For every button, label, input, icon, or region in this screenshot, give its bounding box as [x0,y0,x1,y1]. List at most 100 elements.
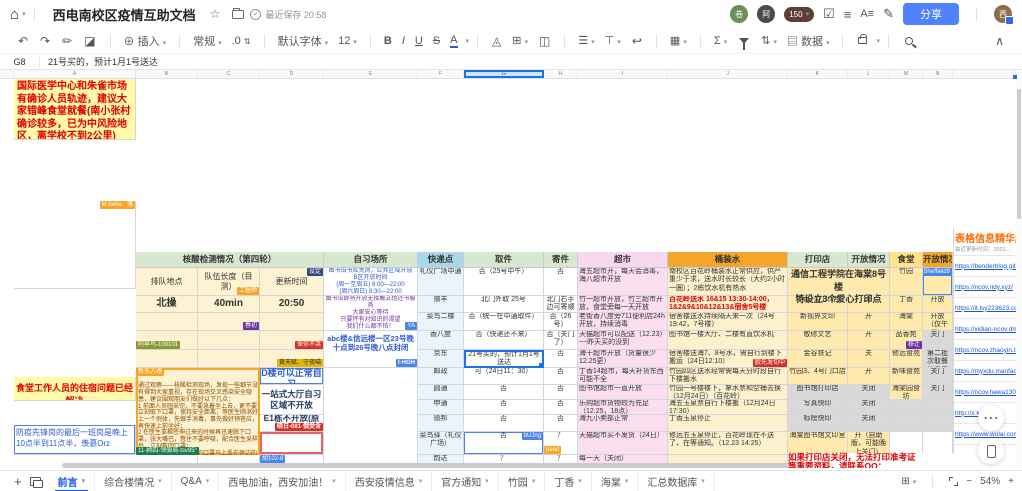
cell-observation-note[interactable]: 新东方路 通过观察——核酸检测现场，发现一些细节没有得到大家重视，存在现场交叉感… [136,368,260,455]
sheet-list-icon[interactable]: ⊞▾ [901,476,916,487]
sheet-cell[interactable]: 竹园 [890,268,923,296]
link[interactable]: https://myxdu.manfactory.com/za... [954,361,1016,382]
link[interactable]: https://it.lsy223623.com/ncov-xid... [954,298,1016,319]
redo-icon[interactable]: ↷ [40,34,50,48]
column-header[interactable]: F [418,70,464,78]
formula-input[interactable]: 21号买的，预计1月1号送达 [40,55,158,68]
mobile-view-fab[interactable] [978,438,1004,464]
sheet-cell[interactable]: 乐购超市货物较为充足（12.25，18点） [578,400,668,415]
sheet-cell[interactable]: 队伍长度（目测）工程师 [198,268,260,296]
insert-menu[interactable]: ⊕ 插入▾ [124,33,167,49]
number-format-menu[interactable]: 常规▾ [193,33,222,49]
sheet-cell[interactable]: 关门 [923,331,953,350]
sheet-cell[interactable]: 否 [464,385,544,400]
sheet-cell[interactable]: 丁香 [890,296,923,313]
tab-official[interactable]: 官方通知▾ [432,471,499,491]
sheet-cell[interactable]: 新视界文印 [788,313,848,331]
column-header[interactable]: L [848,70,890,78]
sheet-cell[interactable]: 阿早鸟-100101 [136,331,198,350]
sheet-cell[interactable]: 修远食苑 [890,350,923,368]
sheet-cell[interactable]: 开 [848,368,890,385]
edit-permission-icon[interactable]: ✎ [883,6,894,22]
sheet-cell[interactable] [890,400,923,415]
sheet-cell[interactable]: 菜鸟驿（礼仪广场） [418,432,464,455]
sheet-cell[interactable]: 申通 [418,400,464,415]
sheet-cell[interactable]: 关闭 [848,415,890,432]
sheet-cell[interactable]: 开放Sheffield9 [923,268,953,296]
column-header[interactable]: D [260,70,324,78]
bold-button[interactable]: B [384,35,392,47]
sheet-cell[interactable]: 宿舍楼送海7、8号水，需自行到楼下搬运（24日12:10）欧先发旬中 [668,350,788,368]
link[interactable]: https://benderblog.github.io/Spri... [954,256,1016,277]
sheet-cell[interactable]: 新味食苑 [890,368,923,385]
user-avatar[interactable]: 西 [994,5,1012,23]
font-size-menu[interactable]: 12▾ [338,35,357,47]
protect-icon[interactable] [858,37,867,44]
column-header[interactable]: M [890,70,923,78]
sheet-cell[interactable]: 更新时间设定 [260,268,324,296]
table-column-header[interactable]: 快递点 [418,252,464,268]
sheet-cell[interactable]: 南校区百花岭桶装水正常供应，供严重少于求，送水时长较长（大约2小时一圈）；2栋饮… [668,268,788,296]
vertical-align-menu[interactable]: ⊤▾ [605,34,621,47]
sheet-cell[interactable]: 第二批次取餐信息见门口 [923,350,953,368]
column-header[interactable]: J [668,70,788,78]
tab-database[interactable]: 汇总数据库▾ [638,471,715,491]
sheet-cell[interactable]: 菜鸟二楼 [418,313,464,331]
column-header[interactable]: B [136,70,198,78]
column-header[interactable]: G [464,70,544,78]
sheet-cell[interactable] [198,350,260,368]
font-color-button[interactable]: A [450,34,457,48]
cell-empty[interactable]: M.bella、落 [14,201,136,289]
sheet-cell[interactable]: 否 [544,385,578,400]
filter-icon[interactable] [739,38,749,44]
cell-guard-shift[interactable]: 防疫先锋岗的最后一班岗是晚上10点半到11点半，羡慕Orz [14,425,136,455]
tab-qianyan[interactable]: 前言▾ [49,471,96,491]
sheet-cell[interactable] [260,432,324,455]
sheet-cell[interactable]: 否（25号中午） [464,268,544,296]
sheet-cell[interactable] [923,415,953,432]
outline-icon[interactable]: A≡ [860,8,874,20]
sheet-cell[interactable]: 图书馆即将开放无接触式借还书服务 大家安心等待 只要怀有对知识的渴望 我们什么都… [324,296,418,331]
sheet-cell[interactable]: 北操 [136,296,198,313]
sheet-cell[interactable]: 保你不哭 [260,331,324,350]
sheet-cell[interactable]: 德邦 [418,415,464,432]
column-header[interactable] [953,70,1016,78]
sheet-cell[interactable] [136,313,198,331]
sheet-cell[interactable]: 北门右手边可寄顺丰（停）24日 [544,296,578,313]
sheet-cell[interactable]: 写真快印 [788,400,848,415]
sheet-cell[interactable]: 关 [848,350,890,368]
zoom-out-button[interactable]: − [966,476,972,487]
cell-canteen-staff[interactable]: 食堂工作人员的住宿问题已经解决 [14,377,136,401]
format-painter-icon[interactable]: ✏ [62,34,72,48]
sheet-cell[interactable]: 可（24日11：30） [464,368,544,385]
sheet-cell[interactable]: 品香苑移迁 [890,331,923,350]
link[interactable]: https://ncov.zhaoyin.tech/ [954,340,1016,361]
sheet-cell[interactable]: 丁香玉泉停止 [668,415,788,432]
sheet-cell[interactable]: 京东 [418,350,464,368]
font-family-menu[interactable]: 默认字体▾ [278,33,329,49]
sheet-cell[interactable]: 海九小卖部正常 [578,415,668,432]
chart-menu[interactable]: ▦▾ [670,34,687,47]
move-to-folder-icon[interactable] [232,10,244,19]
sheet-cell[interactable]: 图书馆超市一直开放 [578,385,668,400]
column-header[interactable] [0,70,14,78]
sheet-cell[interactable]: 敬修文艺 [788,331,848,350]
sheet-cell[interactable]: 开 [848,313,890,331]
column-header[interactable]: K [788,70,848,78]
sheet-cell[interactable]: 修远五玉泉停止，百花岭现在不送了，在等通知。（12.23 14:25） [668,432,788,455]
sheet-cell[interactable]: 21号买的，预计1月1号送达 [464,350,544,368]
cell-note-outbreak[interactable]: 国际医学中心和朱雀市场有确诊人员轨迹，建议大家错峰食堂就餐(南小张村确诊较多，已… [14,79,136,140]
column-header[interactable]: H [544,70,578,78]
data-menu[interactable]: ▤ 数据▾ [787,33,830,49]
sheet-cell[interactable]: 圆通 [418,385,464,400]
fill-color-icon[interactable]: ◬ [492,34,501,48]
column-header[interactable]: C [198,70,260,78]
sheet-cell[interactable]: 关闭 [848,400,890,415]
column-header[interactable]: N [923,70,953,78]
sheet-cell[interactable]: 否 [464,400,544,415]
sheet-cell[interactable]: 春初 [198,313,260,331]
sheet-cell[interactable]: 图书馆书库关闭，公共区域开放 B区开放时间 (周一至周五) 8:00—22:00… [324,268,418,296]
decimal-toggle[interactable]: .0 ⇅ [232,35,251,47]
tab-jiayou[interactable]: 西电加油，西安加油！▾ [219,471,346,491]
more-actions-fab[interactable]: ⋯ [978,405,1004,431]
